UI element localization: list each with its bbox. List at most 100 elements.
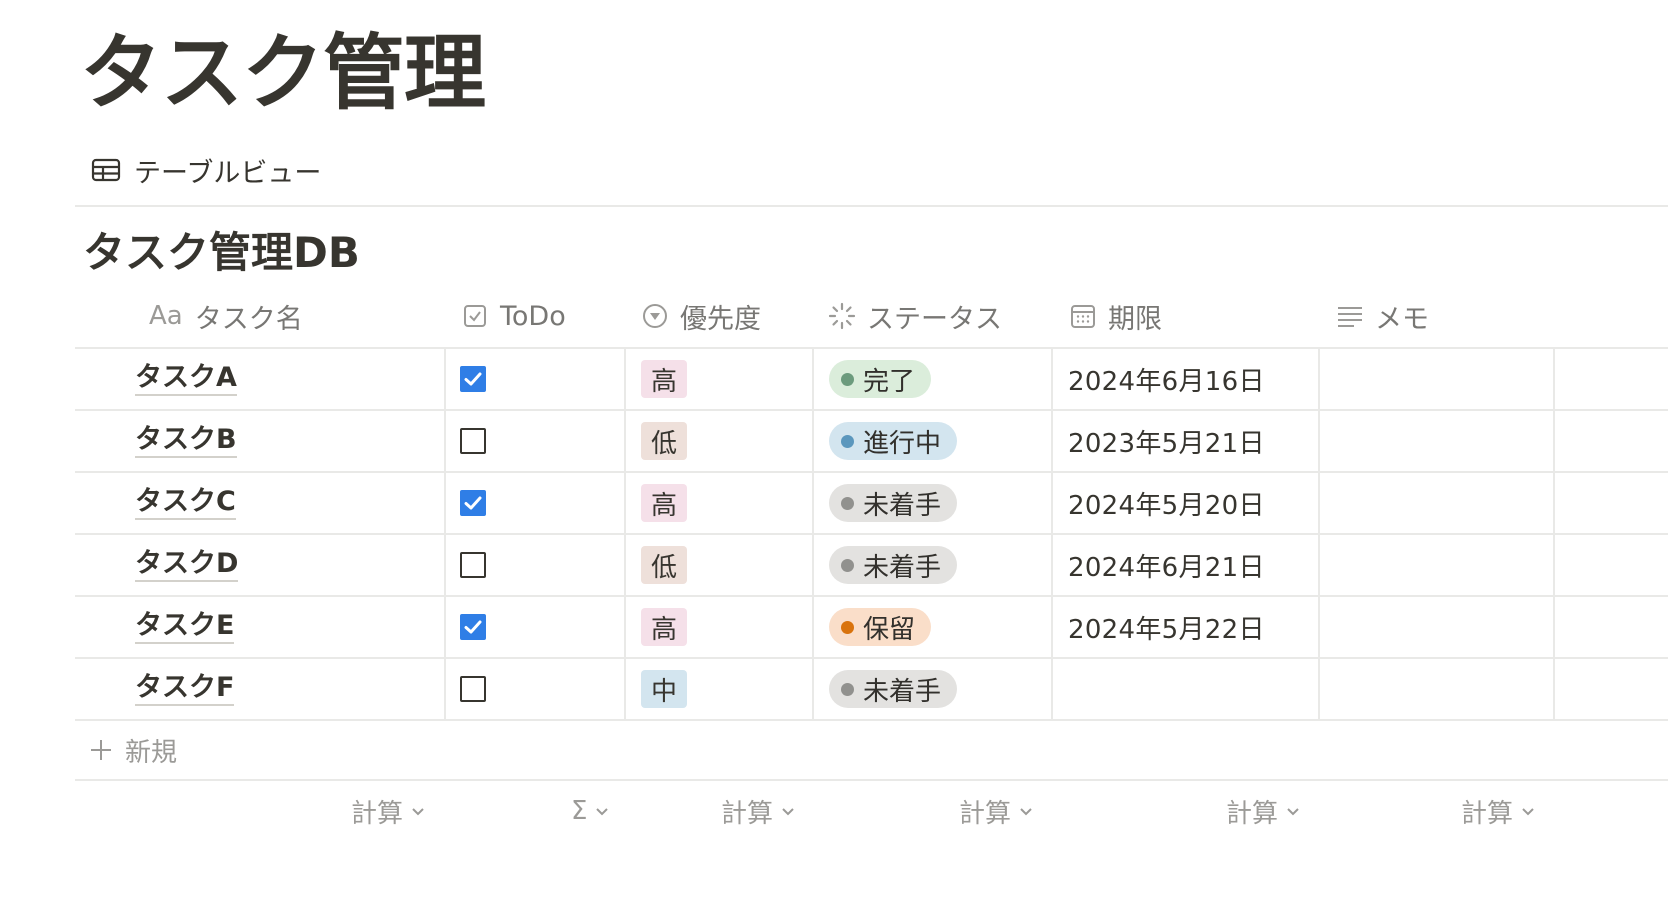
task-name[interactable]: タスクE: [135, 610, 235, 644]
table-row[interactable]: タスクB 低 進行中 2023年5月21日: [75, 411, 1668, 473]
task-name[interactable]: タスクA: [135, 362, 237, 396]
cell-status[interactable]: 完了: [829, 349, 932, 409]
view-divider: [75, 205, 1668, 207]
cell-due[interactable]: 2024年6月21日: [1068, 535, 1265, 595]
table-row[interactable]: タスクC 高 未着手 2024年5月20日: [75, 473, 1668, 535]
due-date: 2024年5月22日: [1068, 614, 1265, 645]
status-pill: 進行中: [829, 422, 958, 460]
column-header-todo[interactable]: ToDo: [460, 285, 566, 347]
table-row[interactable]: タスクF 中 未着手: [75, 659, 1668, 721]
column-header-status[interactable]: ステータス: [827, 285, 1002, 347]
table-header-row: Aa タスク名 ToDo 優先度 ステータス 期限 メモ: [75, 285, 1668, 349]
cell-priority[interactable]: 中: [641, 659, 688, 719]
cell-task-name[interactable]: タスクD: [135, 535, 239, 595]
cell-todo[interactable]: [460, 473, 486, 533]
status-pill: 完了: [829, 360, 932, 398]
column-header-label: ステータス: [867, 303, 1002, 335]
status-dot-icon: [841, 558, 854, 572]
cell-priority[interactable]: 低: [641, 411, 688, 471]
cell-task-name[interactable]: タスクF: [135, 659, 235, 719]
cell-due[interactable]: 2023年5月21日: [1068, 411, 1265, 471]
status-label: 未着手: [863, 552, 942, 583]
column-divider: [1318, 597, 1320, 657]
cell-task-name[interactable]: タスクE: [135, 597, 235, 657]
status-label: 未着手: [863, 490, 942, 521]
database-title[interactable]: タスク管理DB: [83, 224, 360, 282]
column-header-task-name[interactable]: Aa タスク名: [149, 285, 303, 347]
column-header-label: ToDo: [500, 300, 566, 332]
calculate-dropdown[interactable]: 計算: [1461, 781, 1537, 841]
status-label: 保留: [863, 614, 916, 645]
column-divider: [1553, 411, 1555, 471]
calculate-dropdown[interactable]: 計算: [959, 781, 1035, 841]
checkbox-unchecked[interactable]: [460, 552, 486, 578]
cell-status[interactable]: 進行中: [829, 411, 958, 471]
task-name[interactable]: タスクD: [135, 548, 239, 582]
column-header-due[interactable]: 期限: [1068, 285, 1162, 347]
table-icon: [91, 158, 121, 182]
checkbox-unchecked[interactable]: [460, 428, 486, 454]
status-dot-icon: [841, 620, 854, 634]
column-header-label: タスク名: [194, 303, 303, 335]
cell-priority[interactable]: 高: [641, 473, 688, 533]
column-divider: [1051, 535, 1053, 595]
calculate-dropdown[interactable]: 計算: [1226, 781, 1302, 841]
cell-memo[interactable]: [1335, 597, 1545, 657]
table-row[interactable]: タスクE 高 保留 2024年5月22日: [75, 597, 1668, 659]
column-header-priority[interactable]: 優先度: [640, 285, 761, 347]
cell-task-name[interactable]: タスクC: [135, 473, 236, 533]
cell-memo[interactable]: [1335, 535, 1545, 595]
calculate-dropdown[interactable]: 計算: [721, 781, 797, 841]
chevron-down-icon: [412, 808, 424, 816]
task-name[interactable]: タスクF: [135, 672, 235, 706]
checkbox-checked[interactable]: [460, 614, 486, 640]
column-divider: [812, 411, 814, 471]
cell-status[interactable]: 未着手: [829, 659, 958, 719]
column-divider: [1318, 535, 1320, 595]
table-row[interactable]: タスクD 低 未着手 2024年6月21日: [75, 535, 1668, 597]
checkbox-checked[interactable]: [460, 366, 486, 392]
cell-status[interactable]: 未着手: [829, 473, 958, 533]
column-divider: [1051, 659, 1053, 719]
calculate-label: 計算: [351, 798, 404, 829]
cell-memo[interactable]: [1335, 473, 1545, 533]
calculate-row: 計算 Σ 計算 計算 計算 計算: [75, 781, 1668, 841]
cell-todo[interactable]: [460, 597, 486, 657]
cell-memo[interactable]: [1335, 349, 1545, 409]
cell-due[interactable]: 2024年5月20日: [1068, 473, 1265, 533]
task-name[interactable]: タスクC: [135, 486, 236, 520]
cell-due[interactable]: 2024年5月22日: [1068, 597, 1265, 657]
task-name[interactable]: タスクB: [135, 424, 237, 458]
column-divider: [624, 349, 626, 409]
cell-priority[interactable]: 低: [641, 535, 688, 595]
cell-task-name[interactable]: タスクA: [135, 349, 237, 409]
column-divider: [812, 535, 814, 595]
calculate-label: 計算: [1226, 798, 1279, 829]
cell-priority[interactable]: 高: [641, 349, 688, 409]
calculate-dropdown[interactable]: Σ: [571, 781, 611, 841]
cell-todo[interactable]: [460, 535, 486, 595]
cell-priority[interactable]: 高: [641, 597, 688, 657]
cell-status[interactable]: 保留: [829, 597, 932, 657]
cell-todo[interactable]: [460, 659, 486, 719]
column-header-memo[interactable]: メモ: [1335, 285, 1429, 347]
status-pill: 未着手: [829, 670, 958, 708]
due-date: 2024年6月16日: [1068, 366, 1265, 397]
chevron-down-icon: [782, 808, 794, 816]
status-icon: [828, 302, 856, 330]
cell-status[interactable]: 未着手: [829, 535, 958, 595]
table-row[interactable]: タスクA 高 完了 2024年6月16日: [75, 349, 1668, 411]
cell-todo[interactable]: [460, 349, 486, 409]
view-tab-table[interactable]: テーブルビュー: [90, 150, 321, 190]
cell-memo[interactable]: [1335, 411, 1545, 471]
status-dot-icon: [841, 682, 854, 696]
cell-due[interactable]: 2024年6月16日: [1068, 349, 1265, 409]
checkbox-checked[interactable]: [460, 490, 486, 516]
column-divider: [1553, 659, 1555, 719]
add-new-row-button[interactable]: 新規: [75, 721, 1668, 781]
cell-todo[interactable]: [460, 411, 486, 471]
calculate-dropdown[interactable]: 計算: [351, 781, 427, 841]
checkbox-unchecked[interactable]: [460, 676, 486, 702]
cell-memo[interactable]: [1335, 659, 1545, 719]
cell-task-name[interactable]: タスクB: [135, 411, 237, 471]
